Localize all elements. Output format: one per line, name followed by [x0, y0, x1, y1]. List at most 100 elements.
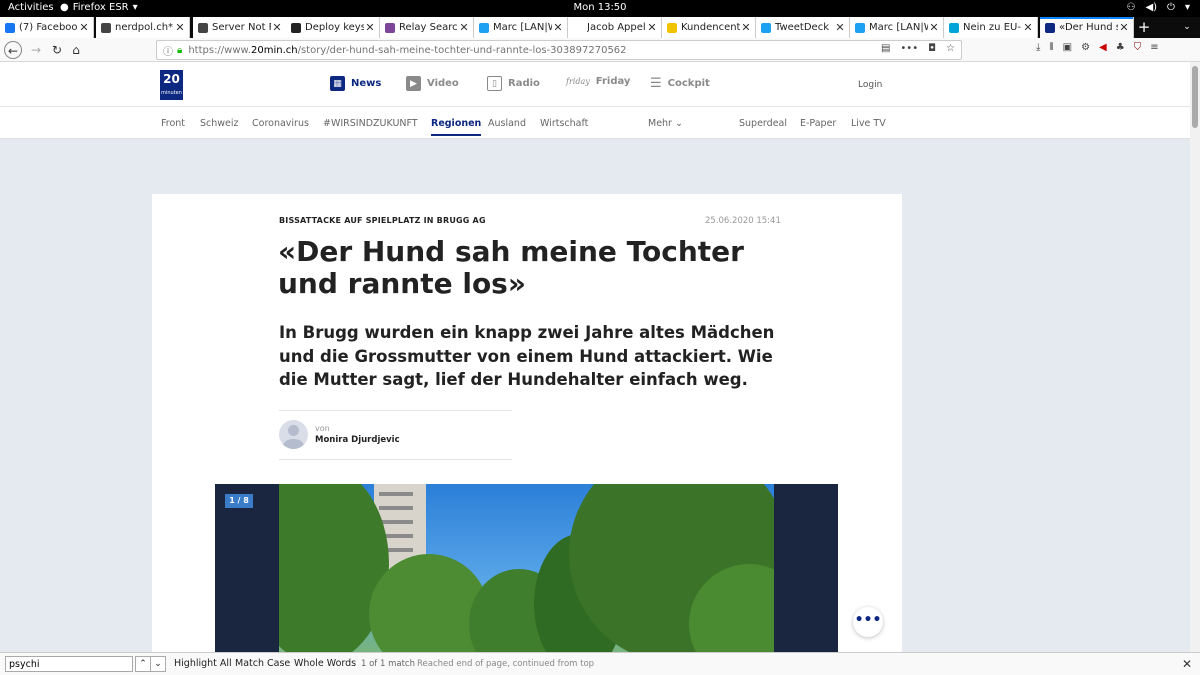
- notification-icon[interactable]: ◀: [1099, 42, 1107, 53]
- link-epaper[interactable]: E-Paper: [800, 118, 836, 129]
- tab-close-icon[interactable]: ✕: [1118, 21, 1130, 34]
- github-icon: [291, 22, 301, 33]
- tab-close-icon[interactable]: ✕: [646, 21, 658, 34]
- nav-cockpit[interactable]: ☰ Cockpit: [650, 76, 710, 91]
- find-bar: ⌃ ⌄ Highlight All Match Case Whole Words…: [0, 652, 1200, 675]
- browser-tab[interactable]: Server Not Fo✕: [193, 17, 287, 38]
- find-previous-button[interactable]: ⌃: [135, 656, 151, 672]
- bookmark-star-icon[interactable]: ☆: [946, 43, 955, 54]
- image-gallery[interactable]: 1 / 8: [215, 484, 838, 652]
- section-schweiz[interactable]: Schweiz: [200, 118, 239, 129]
- browser-tab[interactable]: Marc [LAN|W ✕: [850, 17, 944, 38]
- nav-video[interactable]: ▶ Video: [406, 76, 459, 91]
- nav-label: Video: [427, 78, 459, 89]
- scrollbar-thumb[interactable]: [1192, 66, 1198, 128]
- reload-button[interactable]: ↻: [48, 41, 66, 59]
- lock-icon[interactable]: 🔒︎: [177, 45, 182, 56]
- reader-view-icon[interactable]: ▤: [881, 43, 890, 54]
- tab-close-icon[interactable]: ✕: [364, 21, 376, 34]
- author-name[interactable]: Monira Djurdjevic: [315, 435, 400, 445]
- ublock-icon[interactable]: ⛉: [1134, 42, 1142, 53]
- nav-label: News: [351, 78, 382, 89]
- find-input[interactable]: [5, 656, 133, 672]
- tab-close-icon[interactable]: ✕: [1022, 21, 1034, 34]
- article-lead: In Brugg wurden ein knapp zwei Jahre alt…: [279, 323, 775, 389]
- app-menu[interactable]: ● Firefox ESR ▾: [60, 2, 138, 13]
- section-more-dropdown[interactable]: Mehr ⌄: [648, 118, 683, 129]
- extension-icon[interactable]: ⚙: [1081, 42, 1090, 53]
- chevron-down-icon: ⌄: [675, 118, 683, 129]
- pocket-icon[interactable]: ◘: [928, 43, 936, 54]
- tab-close-icon[interactable]: ✕: [174, 21, 186, 34]
- twenty-min-icon: [1045, 22, 1055, 33]
- find-next-button[interactable]: ⌄: [150, 656, 166, 672]
- tab-close-icon[interactable]: ✕: [458, 21, 470, 34]
- tab-label: Jacob Appelbaum: [587, 22, 646, 33]
- section-ausland[interactable]: Ausland: [488, 118, 526, 129]
- tab-close-icon[interactable]: ✕: [552, 21, 564, 34]
- browser-tab[interactable]: (7) Facebook ✕: [0, 17, 94, 38]
- tab-list-chevron-icon[interactable]: ⌄: [1178, 17, 1196, 38]
- article-date: 25.06.2020 15:41: [705, 216, 781, 226]
- tab-label: TweetDeck: [775, 22, 829, 33]
- link-superdeal[interactable]: Superdeal: [739, 118, 787, 129]
- extension-icon[interactable]: ♣: [1116, 42, 1125, 53]
- browser-tab[interactable]: Relay Search ✕: [380, 17, 474, 38]
- whole-words-option[interactable]: Whole Words: [294, 658, 356, 669]
- login-link[interactable]: Login: [858, 80, 882, 90]
- tab-close-icon[interactable]: ✕: [740, 21, 752, 34]
- activities-button[interactable]: Activities: [8, 2, 54, 13]
- web-page: 20 minuten ▦ News ▶ Video ▯ Radio friday…: [0, 62, 1190, 652]
- library-icon[interactable]: ⫴: [1049, 42, 1053, 53]
- tweetdeck-icon: [761, 22, 771, 33]
- section-wirtschaft[interactable]: Wirtschaft: [540, 118, 588, 129]
- forward-button[interactable]: →: [27, 41, 45, 59]
- section-wirsindzukunft[interactable]: #WIRSINDZUKUNFT: [323, 118, 418, 129]
- info-icon[interactable]: ⓘ: [163, 43, 173, 58]
- browser-tab[interactable]: Kundencenter✕: [662, 17, 756, 38]
- nav-friday[interactable]: friday Friday: [566, 76, 630, 87]
- browser-tab[interactable]: Jacob Appelbaum✕: [568, 17, 662, 38]
- tab-close-icon[interactable]: ✕: [834, 21, 846, 34]
- section-front[interactable]: Front: [161, 118, 185, 129]
- url-bar[interactable]: ⓘ 🔒︎ https://www. 20min.ch/story/der-hund…: [156, 40, 962, 60]
- browser-tab[interactable]: nerdpol.ch* ✕: [96, 17, 190, 38]
- section-regionen[interactable]: Regionen: [431, 118, 482, 136]
- twenty-min-logo[interactable]: 20 minuten: [160, 70, 183, 100]
- browser-tab[interactable]: TweetDeck ✕: [756, 17, 850, 38]
- highlight-all-option[interactable]: Highlight All: [174, 658, 232, 669]
- match-case-option[interactable]: Match Case: [235, 658, 290, 669]
- new-tab-button[interactable]: +: [1134, 17, 1154, 38]
- diaspora-icon: [101, 22, 111, 33]
- nav-radio[interactable]: ▯ Radio: [487, 76, 540, 91]
- hamburger-menu-icon[interactable]: ≡: [1150, 42, 1158, 53]
- nav-label: Friday: [595, 76, 631, 87]
- tab-close-icon[interactable]: ✕: [78, 21, 90, 34]
- nav-news[interactable]: ▦ News: [330, 76, 381, 91]
- tab-close-icon[interactable]: ✕: [271, 21, 283, 34]
- downloads-icon[interactable]: ⤓: [1036, 42, 1040, 53]
- home-button[interactable]: ⌂: [67, 41, 85, 59]
- page-actions-button[interactable]: •••: [900, 43, 918, 54]
- tab-close-icon[interactable]: ✕: [928, 21, 940, 34]
- clock[interactable]: Mon 13:50: [0, 2, 1200, 13]
- tab-label: «Der Hund sa: [1059, 22, 1118, 33]
- back-button[interactable]: ←: [4, 41, 22, 59]
- tab-label: Server Not Fo: [212, 22, 271, 33]
- url-prefix: https://www.: [188, 44, 251, 56]
- logo-number: 20: [163, 72, 180, 86]
- more-options-button[interactable]: •••: [853, 607, 883, 637]
- sidebar-icon[interactable]: ▣: [1063, 42, 1072, 53]
- system-tray[interactable]: ⚇ ◀) ⏻ ▾: [1126, 2, 1190, 13]
- browser-tab[interactable]: Deploy keys ✕: [286, 17, 380, 38]
- link-livetv[interactable]: Live TV: [851, 118, 886, 129]
- browser-tab[interactable]: Marc [LAN|W ✕: [474, 17, 568, 38]
- gallery-photo[interactable]: [279, 484, 774, 652]
- author-box: von Monira Djurdjevic: [279, 410, 512, 460]
- page-scrollbar[interactable]: [1190, 62, 1200, 652]
- browser-tab[interactable]: «Der Hund sa✕: [1040, 17, 1134, 38]
- twitter-icon: [855, 22, 865, 33]
- browser-tab[interactable]: Nein zu EU-K ✕: [944, 17, 1038, 38]
- section-coronavirus[interactable]: Coronavirus: [252, 118, 309, 129]
- close-icon[interactable]: ✕: [1182, 657, 1192, 671]
